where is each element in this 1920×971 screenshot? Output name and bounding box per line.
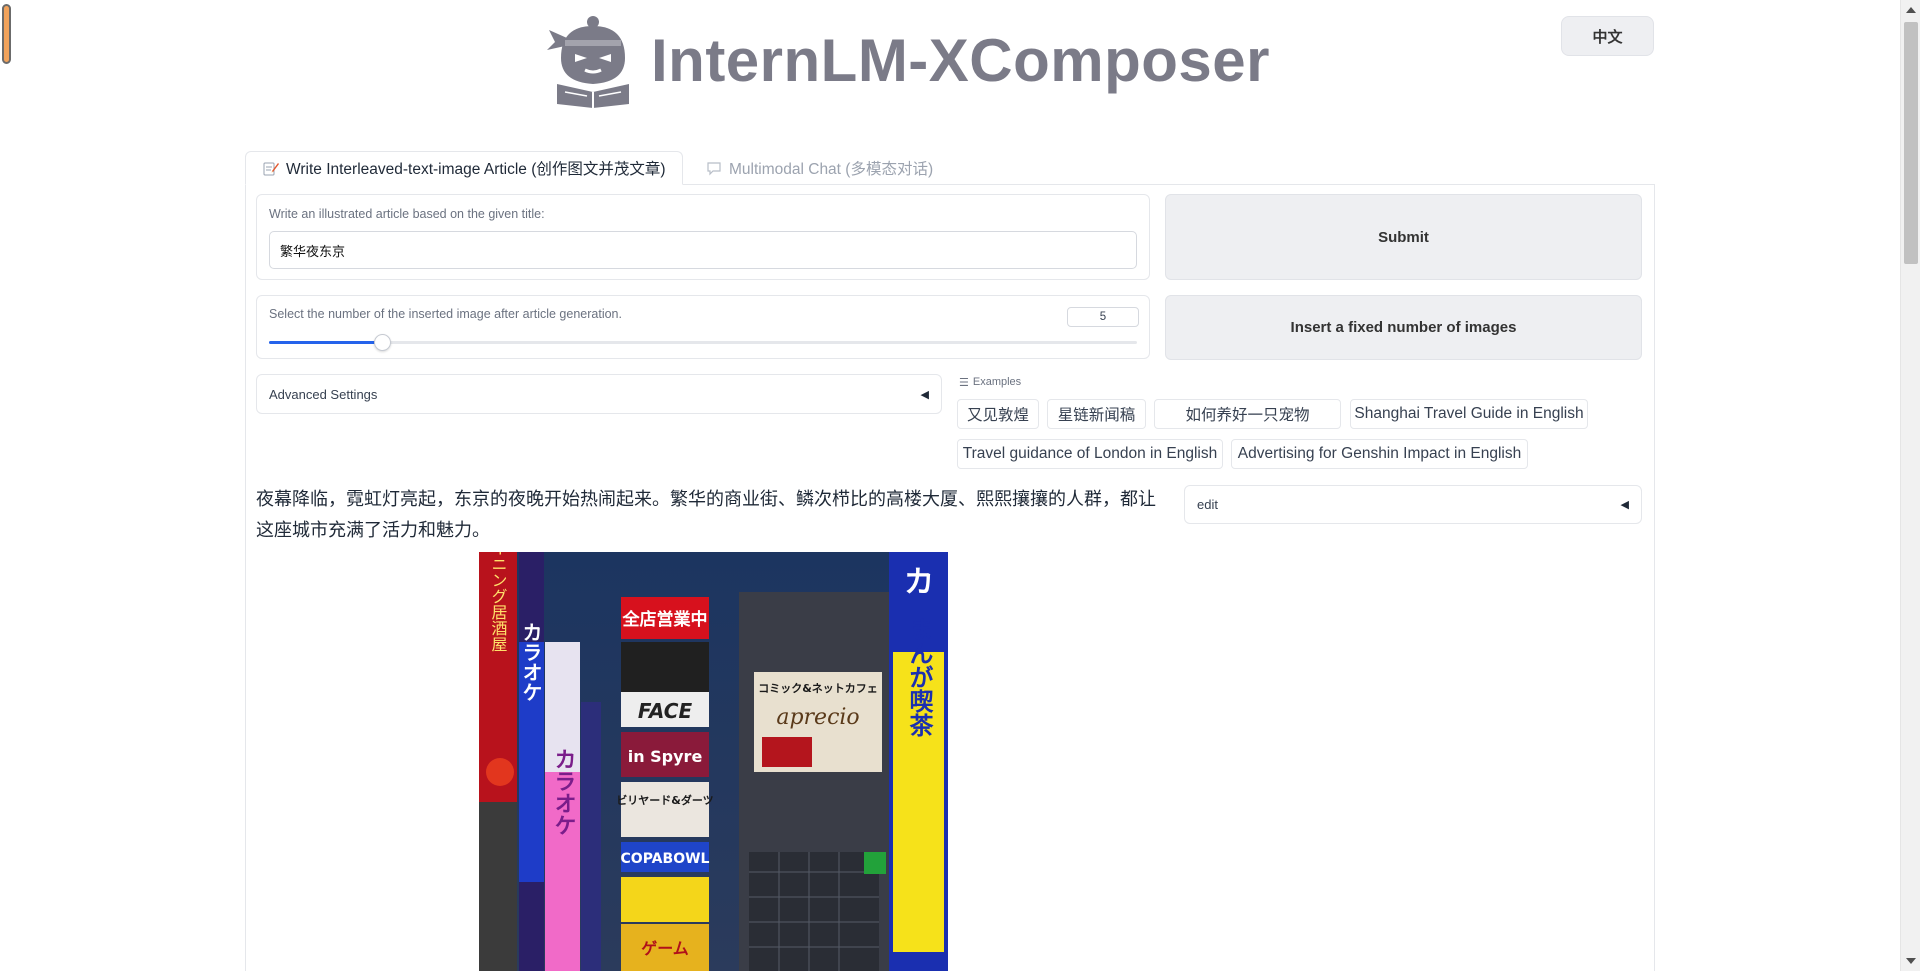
- advanced-settings-label: Advanced Settings: [269, 386, 378, 402]
- sign-game: ゲーム: [641, 939, 689, 958]
- title-input[interactable]: 繁华夜东京: [269, 231, 1137, 269]
- examples-panel: ☰ Examples 又见敦煌 星链新闻稿 如何养好一只宠物 Shanghai …: [957, 374, 1647, 469]
- advanced-settings-accordion[interactable]: Advanced Settings ◀: [256, 374, 942, 414]
- sign-billiards: ビリヤード&ダーツ: [616, 793, 713, 807]
- sign-ka-glyph: カ: [904, 565, 934, 600]
- language-toggle-button[interactable]: 中文: [1561, 16, 1654, 56]
- tab-multimodal-chat[interactable]: Multimodal Chat (多模态对话): [689, 151, 949, 185]
- example-item[interactable]: 又见敦煌: [957, 399, 1039, 429]
- example-item[interactable]: 如何养好一只宠物: [1154, 399, 1341, 429]
- collapse-arrow-icon: ◀: [1620, 499, 1629, 511]
- app-title: InternLM-XComposer: [651, 26, 1271, 94]
- image-count-label: Select the number of the inserted image …: [269, 307, 622, 321]
- article-image-tokyo-night: 個室ダイニング居酒屋 カラオケ カラオケ 全店営業中 FACE in Spyre…: [479, 552, 948, 971]
- examples-title: Examples: [972, 376, 1022, 388]
- sign-karaoke-pink: カラオケ: [551, 748, 576, 836]
- image-count-number-input[interactable]: 5: [1067, 307, 1139, 327]
- page-scrollbar[interactable]: [1900, 0, 1920, 971]
- title-input-label: Write an illustrated article based on th…: [269, 207, 545, 221]
- image-count-slider-block: Select the number of the inserted image …: [256, 295, 1150, 359]
- sign-copabowl: COPABOWL: [621, 851, 710, 867]
- edit-icon: [262, 159, 280, 177]
- tab-write-article[interactable]: Write Interleaved-text-image Article (创作…: [245, 151, 683, 185]
- sign-face: FACE: [638, 699, 693, 723]
- chat-bubble-icon: [705, 159, 723, 177]
- app-logo: InternLM-XComposer: [547, 12, 1270, 108]
- insert-images-button[interactable]: Insert a fixed number of images: [1165, 295, 1642, 360]
- tab-write-article-label: Write Interleaved-text-image Article (创作…: [286, 161, 666, 178]
- sign-karaoke-blue: カラオケ: [519, 622, 543, 702]
- example-item[interactable]: 星链新闻稿: [1047, 399, 1146, 429]
- examples-header: ☰ Examples: [959, 374, 1647, 390]
- list-icon: ☰: [959, 376, 969, 389]
- sign-inspyre: in Spyre: [628, 747, 703, 766]
- article-paragraph: 夜幕降临，霓虹灯亮起，东京的夜晚开始热闹起来。繁华的商业街、鳞次栉比的高楼大厦、…: [256, 489, 1156, 541]
- example-item[interactable]: Shanghai Travel Guide in English: [1350, 399, 1588, 429]
- sign-aprecio: aprecio: [776, 705, 859, 730]
- image-count-slider[interactable]: [269, 334, 1137, 351]
- scroll-down-arrow-icon[interactable]: [1906, 958, 1916, 964]
- mascot-logo-icon: [547, 16, 629, 108]
- sign-open-all: 全店営業中: [622, 609, 708, 630]
- page-header: InternLM-XComposer 中文: [0, 0, 1900, 120]
- scroll-up-arrow-icon[interactable]: [1906, 7, 1916, 13]
- tab-bar: Write Interleaved-text-image Article (创作…: [245, 151, 1655, 185]
- example-item[interactable]: Travel guidance of London in English: [957, 439, 1223, 469]
- sign-izakaya: 個室ダイニング居酒屋: [489, 552, 508, 652]
- example-item[interactable]: Advertising for Genshin Impact in Englis…: [1231, 439, 1528, 469]
- slider-fill: [269, 341, 382, 344]
- tab-multimodal-chat-label: Multimodal Chat (多模态对话): [729, 161, 934, 178]
- sign-manga-kissa: まんが喫茶: [905, 617, 933, 738]
- scrollbar-thumb[interactable]: [1904, 22, 1918, 264]
- collapse-arrow-icon: ◀: [920, 388, 929, 401]
- edit-accordion[interactable]: edit ◀: [1184, 485, 1642, 524]
- submit-button[interactable]: Submit: [1165, 194, 1642, 280]
- title-input-block: Write an illustrated article based on th…: [256, 194, 1150, 280]
- edit-label: edit: [1197, 497, 1218, 512]
- tokyo-neon-signs-illustration: 個室ダイニング居酒屋 カラオケ カラオケ 全店営業中 FACE in Spyre…: [479, 552, 948, 971]
- slider-thumb[interactable]: [373, 334, 391, 351]
- sign-comic-cafe: コミック&ネットカフェ: [758, 682, 878, 695]
